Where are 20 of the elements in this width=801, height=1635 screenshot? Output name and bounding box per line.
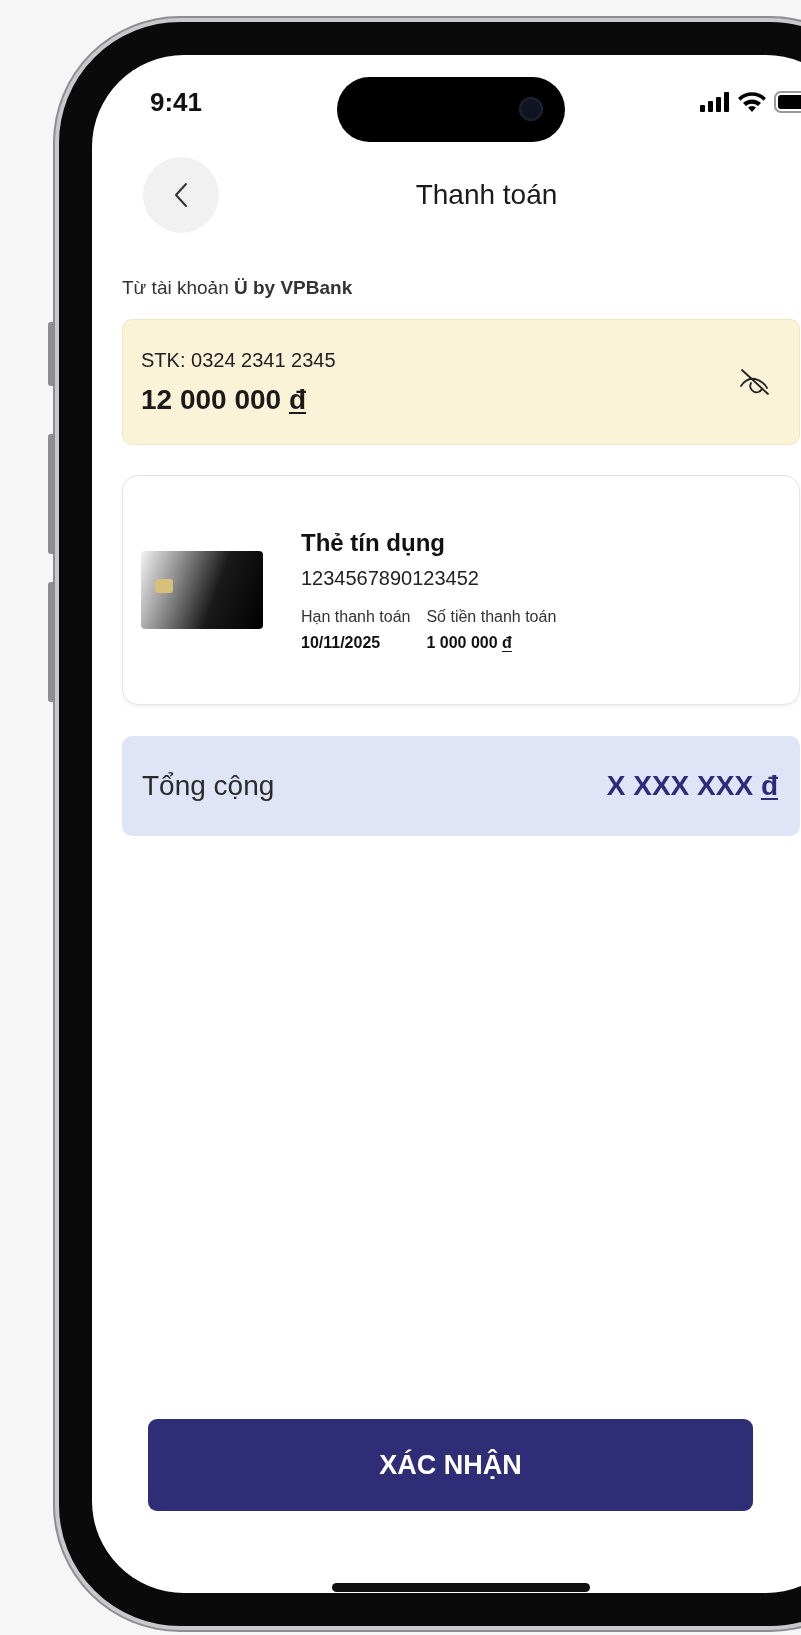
card-title: Thẻ tín dụng [301, 528, 446, 557]
field-label: Hạn thanh toán [301, 607, 411, 626]
field-value: 1 000 000 đ [426, 633, 513, 652]
camera-icon [519, 97, 543, 121]
chip-icon [155, 579, 173, 593]
account-balance: 12 000 000 đ [141, 383, 308, 416]
eye-off-icon[interactable] [739, 368, 771, 396]
field-label: Số tiền thanh toán [426, 607, 557, 626]
wifi-icon [738, 92, 766, 112]
field-value: 10/11/2025 [301, 633, 382, 652]
total-amount: X XXX XXX đ [606, 770, 778, 802]
account-number: STK: 0324 2341 2345 [141, 348, 336, 372]
signal-icon [700, 92, 730, 112]
status-time: 9:41 [150, 86, 203, 118]
back-icon [174, 182, 188, 208]
page-title: Thanh toán [414, 179, 559, 211]
card-number: 1234567890123452 [301, 566, 480, 590]
source-account-label: Từ tài khoản Ü by VPBank [122, 277, 354, 299]
total-label: Tổng cộng [142, 770, 275, 802]
confirm-button[interactable]: XÁC NHẬN [148, 1419, 753, 1511]
